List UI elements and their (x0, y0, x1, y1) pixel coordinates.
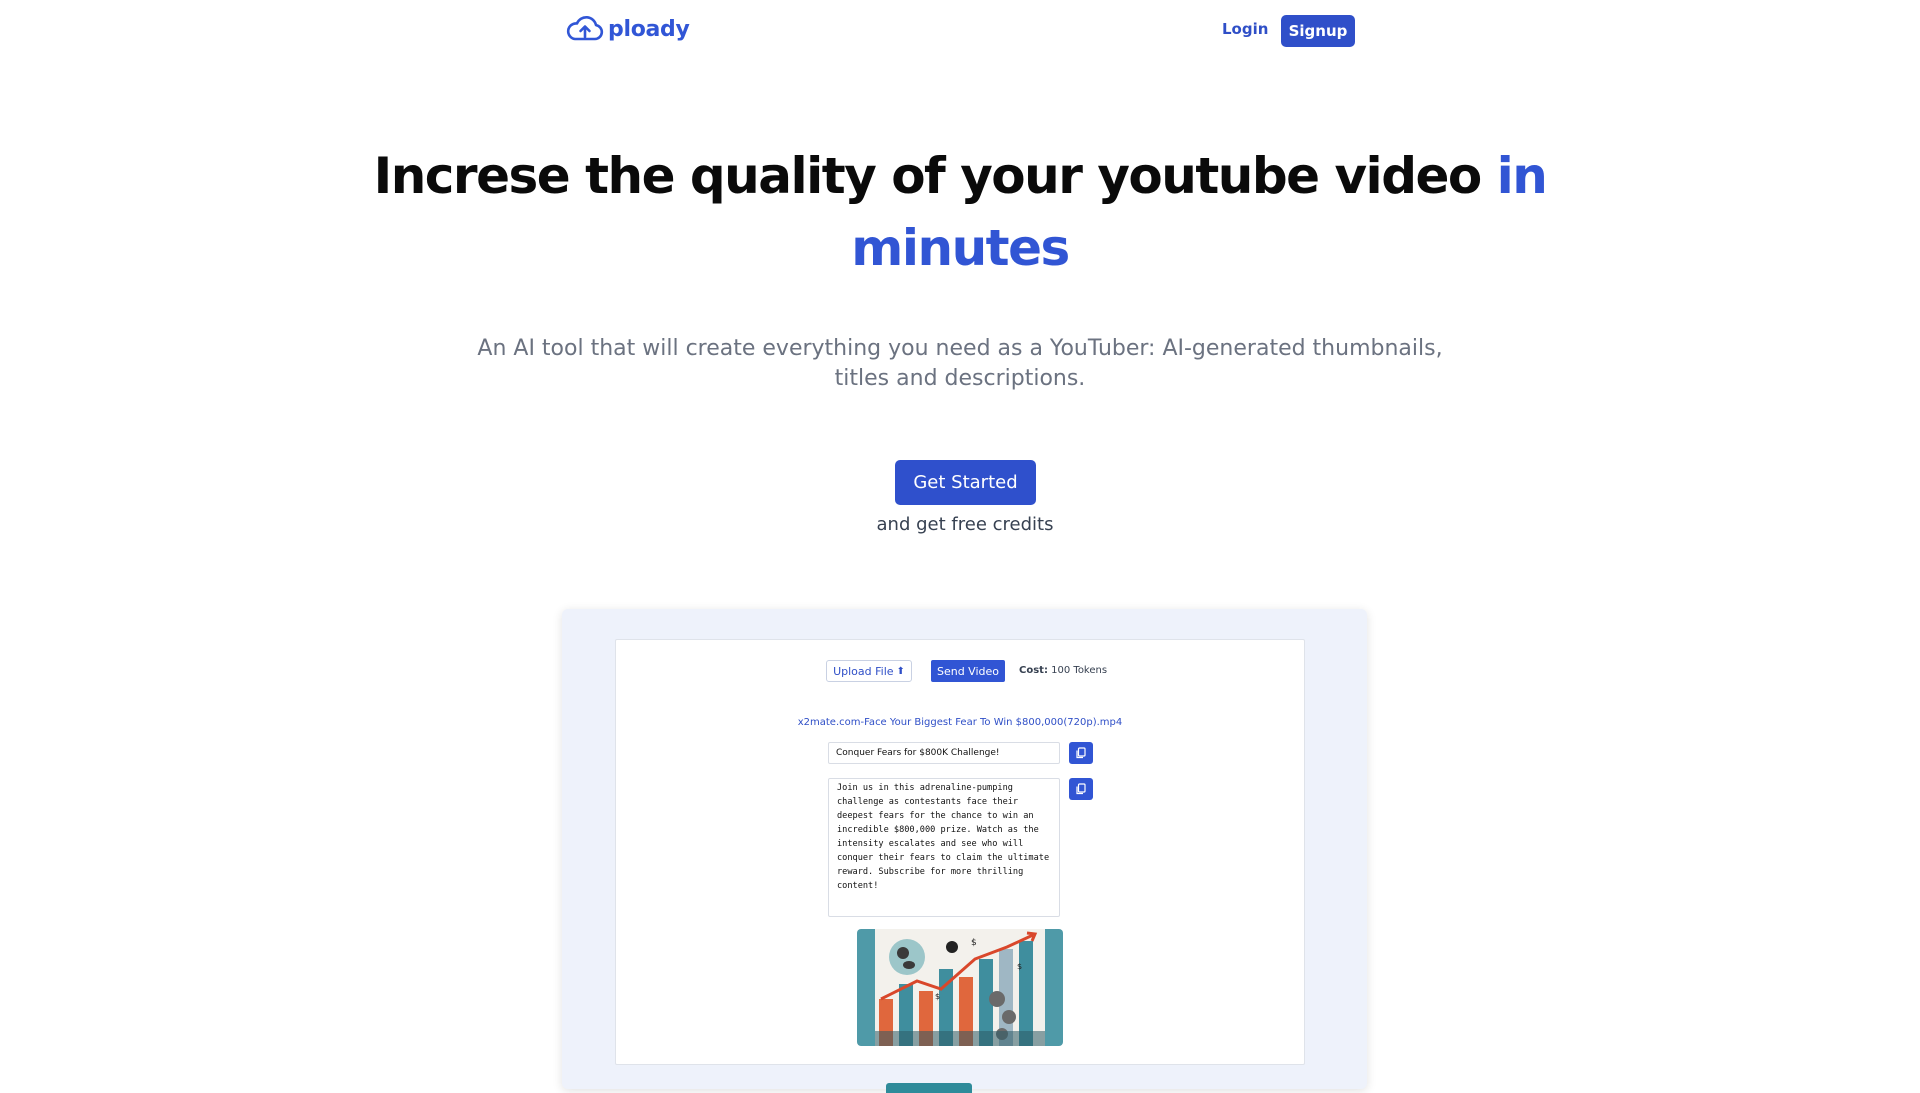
generated-description-field[interactable]: Join us in this adrenaline-pumping chall… (828, 778, 1060, 917)
copy-icon (1075, 747, 1087, 759)
next-button-peek[interactable] (886, 1083, 972, 1093)
hero-subtitle: An AI tool that will create everything y… (477, 336, 1443, 391)
upload-file-button[interactable]: Upload File ⬆ (826, 660, 912, 682)
cost-info: Cost: 100 Tokens (1019, 665, 1107, 676)
logo-text: ploady (608, 16, 690, 42)
upload-label: Upload File (833, 664, 894, 678)
svg-text:$: $ (1017, 962, 1022, 971)
site-header: ploady Login Signup (0, 0, 1920, 62)
login-link[interactable]: Login (1222, 20, 1268, 38)
generated-thumbnail: $ $ $ (857, 929, 1063, 1046)
hero-title-main: Increse the quality of your youtube vide… (373, 147, 1483, 205)
cost-label: Cost: (1019, 665, 1048, 676)
copy-icon (1075, 783, 1087, 795)
signup-button[interactable]: Signup (1281, 15, 1355, 47)
svg-text:$: $ (971, 938, 977, 948)
upload-arrow-icon: ⬆ (896, 665, 905, 677)
get-started-button[interactable]: Get Started (895, 460, 1036, 505)
cloud-upload-icon (566, 14, 604, 44)
preview-panel: Upload File ⬆ Send Video Cost: 100 Token… (615, 639, 1305, 1065)
logo[interactable]: ploady (566, 14, 690, 44)
free-credits-note: and get free credits (876, 514, 1054, 535)
cost-value: 100 Tokens (1051, 665, 1108, 676)
svg-text:$: $ (935, 992, 940, 1001)
uploaded-file-name: x2mate.com-Face Your Biggest Fear To Win… (797, 717, 1123, 728)
hero-title: Increse the quality of your youtube vide… (360, 140, 1560, 284)
product-preview: Upload File ⬆ Send Video Cost: 100 Token… (562, 609, 1367, 1093)
generated-title-field[interactable] (828, 742, 1060, 764)
copy-title-button[interactable] (1069, 742, 1093, 764)
copy-description-button[interactable] (1069, 778, 1093, 800)
send-video-button[interactable]: Send Video (931, 660, 1005, 682)
